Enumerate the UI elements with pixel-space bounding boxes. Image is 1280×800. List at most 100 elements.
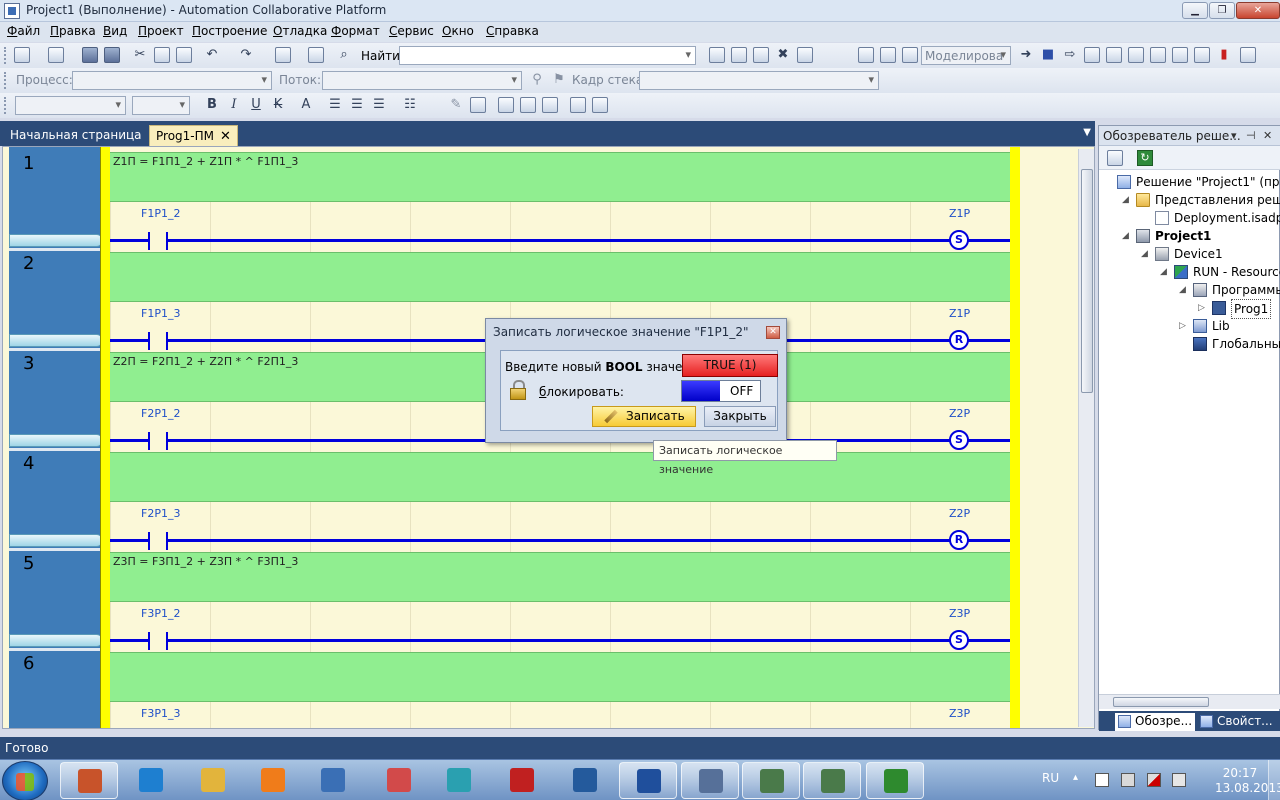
mode-select[interactable]: Моделирова bbox=[921, 46, 1011, 65]
font-size-select[interactable] bbox=[132, 96, 190, 115]
menu-edit[interactable]: Правка bbox=[50, 24, 96, 38]
contact-variable[interactable]: F2P1_2 bbox=[141, 407, 180, 420]
set-coil[interactable]: S bbox=[949, 230, 969, 250]
minimize-button[interactable]: ▁ bbox=[1182, 2, 1208, 19]
step-out-icon[interactable] bbox=[1128, 47, 1144, 63]
tab-start-page[interactable]: Начальная страница bbox=[4, 125, 148, 146]
contact-element[interactable] bbox=[148, 332, 168, 350]
clock[interactable]: 20:17 13.08.2013 bbox=[1215, 766, 1280, 796]
show-all-files-icon[interactable] bbox=[1107, 150, 1123, 166]
rung-comment[interactable] bbox=[110, 252, 1010, 302]
write-button[interactable]: Записать bbox=[592, 406, 696, 427]
tree-node[interactable]: ◢ RUN - Resource bbox=[1099, 263, 1280, 281]
contact-element[interactable] bbox=[148, 232, 168, 250]
rung-comment[interactable] bbox=[110, 452, 1010, 502]
tab-solution-explorer[interactable]: Обозре... bbox=[1115, 713, 1195, 731]
options-icon[interactable] bbox=[1240, 47, 1256, 63]
expand-arrow-icon[interactable]: ▷ bbox=[1179, 317, 1186, 335]
contact-variable[interactable]: F1P1_3 bbox=[141, 307, 180, 320]
coil-variable[interactable]: Z2P bbox=[949, 507, 970, 520]
taskbar-button[interactable] bbox=[244, 762, 302, 799]
lock-toggle[interactable]: OFF bbox=[681, 380, 761, 402]
find-in-files-icon[interactable] bbox=[709, 47, 725, 63]
coil-variable[interactable]: Z1P bbox=[949, 307, 970, 320]
underline-icon[interactable]: U bbox=[248, 97, 264, 113]
taskbar-button[interactable] bbox=[681, 762, 739, 799]
taskbar-button[interactable] bbox=[304, 762, 362, 799]
scroll-thumb[interactable] bbox=[1081, 169, 1093, 393]
same-size-icon[interactable] bbox=[542, 97, 558, 113]
save-icon[interactable] bbox=[82, 47, 98, 63]
contact-variable[interactable]: F1P1_2 bbox=[141, 207, 180, 220]
panel-menu-icon[interactable]: ▾ bbox=[1231, 129, 1237, 142]
contact-element[interactable] bbox=[148, 632, 168, 650]
cut-icon[interactable]: ✂ bbox=[132, 47, 148, 63]
distribute-icon[interactable] bbox=[520, 97, 536, 113]
taskbar-button[interactable] bbox=[122, 762, 180, 799]
close-window-button[interactable]: ✕ bbox=[1236, 2, 1280, 19]
properties-icon[interactable] bbox=[753, 47, 769, 63]
toolbox-icon[interactable] bbox=[797, 47, 813, 63]
taskbar-button[interactable] bbox=[619, 762, 677, 799]
tree-node[interactable]: ▷ Prog1 bbox=[1099, 299, 1280, 319]
network-icon[interactable] bbox=[1147, 773, 1161, 787]
toolbar-grip[interactable] bbox=[4, 97, 7, 114]
zoom-icon[interactable] bbox=[470, 97, 486, 113]
pen-icon[interactable]: ✎ bbox=[448, 97, 464, 113]
taskbar-button[interactable] bbox=[803, 762, 861, 799]
coil-variable[interactable]: Z1P bbox=[949, 207, 970, 220]
tools-icon[interactable]: ✖ bbox=[775, 47, 791, 63]
navigate-back-icon[interactable] bbox=[275, 47, 291, 63]
flag-icon[interactable]: ⚑ bbox=[551, 72, 567, 88]
deploy-icon[interactable] bbox=[880, 47, 896, 63]
menu-tools[interactable]: Сервис bbox=[389, 24, 434, 38]
step-into-icon[interactable] bbox=[1084, 47, 1100, 63]
tree-node[interactable]: ▷ Lib bbox=[1099, 317, 1280, 335]
volume-icon[interactable] bbox=[1172, 773, 1186, 787]
coil-variable[interactable]: Z3P bbox=[949, 707, 970, 720]
tree-node[interactable]: Решение "Project1" (прое bbox=[1099, 173, 1280, 191]
tray-expand-icon[interactable]: ▴ bbox=[1073, 772, 1078, 783]
expand-arrow-icon[interactable]: ◢ bbox=[1179, 281, 1186, 299]
toolbar-grip[interactable] bbox=[4, 72, 7, 89]
list-icon[interactable]: ☷ bbox=[402, 97, 418, 113]
align-right-icon[interactable]: ☰ bbox=[371, 97, 387, 113]
undo-icon[interactable]: ↶ bbox=[204, 47, 220, 63]
taskbar-button[interactable] bbox=[742, 762, 800, 799]
add-item-icon[interactable] bbox=[48, 47, 64, 63]
expand-arrow-icon[interactable]: ◢ bbox=[1141, 245, 1148, 263]
menu-debug[interactable]: Отладка bbox=[273, 24, 327, 38]
set-coil[interactable]: S bbox=[949, 430, 969, 450]
flag-icon[interactable] bbox=[1095, 773, 1109, 787]
menu-file[interactable]: Файл bbox=[7, 24, 40, 38]
stop-icon[interactable]: ■ bbox=[1040, 47, 1056, 63]
strikethrough-icon[interactable]: K bbox=[270, 97, 286, 113]
editor-vertical-scrollbar[interactable] bbox=[1078, 149, 1094, 727]
rung-comment[interactable] bbox=[110, 652, 1010, 702]
expand-arrow-icon[interactable]: ◢ bbox=[1122, 227, 1129, 245]
rung-comment[interactable]: Z1П = F1П1_2 + Z1П * ^ F1П1_3 bbox=[110, 152, 1010, 202]
menu-project[interactable]: Проект bbox=[138, 24, 184, 38]
watch-icon[interactable] bbox=[1172, 47, 1188, 63]
taskbar-button[interactable] bbox=[184, 762, 242, 799]
tab-properties[interactable]: Свойст... bbox=[1197, 713, 1280, 731]
align-left-icon[interactable]: ☰ bbox=[327, 97, 343, 113]
taskbar-button[interactable] bbox=[493, 762, 551, 799]
tree-node[interactable]: Deployment.isadpl bbox=[1099, 209, 1280, 227]
tree-node[interactable]: ◢ Представления решен bbox=[1099, 191, 1280, 209]
italic-icon[interactable]: I bbox=[226, 97, 242, 113]
font-name-select[interactable] bbox=[15, 96, 126, 115]
app-icon[interactable] bbox=[4, 3, 20, 19]
menu-window[interactable]: Окно bbox=[442, 24, 474, 38]
panel-close-icon[interactable]: ✕ bbox=[1263, 129, 1272, 142]
find-input[interactable] bbox=[399, 46, 696, 65]
locals-icon[interactable] bbox=[1194, 47, 1210, 63]
taskbar-button[interactable] bbox=[866, 762, 924, 799]
show-desktop-button[interactable] bbox=[1268, 760, 1280, 800]
align-center-icon[interactable]: ☰ bbox=[349, 97, 365, 113]
new-project-icon[interactable] bbox=[14, 47, 30, 63]
save-all-icon[interactable] bbox=[104, 47, 120, 63]
expand-arrow-icon[interactable]: ◢ bbox=[1122, 191, 1129, 209]
run-icon[interactable]: ➜ bbox=[1018, 47, 1034, 63]
thread-select[interactable] bbox=[322, 71, 522, 90]
